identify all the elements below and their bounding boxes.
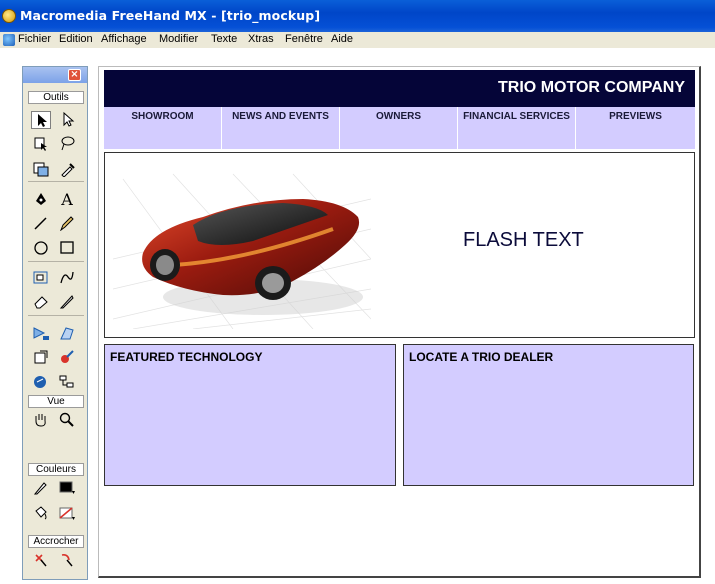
extrude-tool-icon[interactable]: [31, 349, 51, 367]
company-name: TRIO MOTOR COMPANY: [498, 79, 685, 96]
menu-affichage[interactable]: Affichage: [101, 33, 147, 45]
freehand-app-icon[interactable]: [2, 9, 16, 23]
document-icon[interactable]: [3, 34, 15, 46]
lasso-tool-icon[interactable]: [57, 135, 77, 153]
menu-modifier[interactable]: Modifier: [159, 33, 198, 45]
nav-news-and-events[interactable]: NEWS AND EVENTS: [222, 107, 340, 149]
snap-to-point-icon[interactable]: [31, 551, 51, 569]
graphic-hose-tool-icon[interactable]: [57, 349, 77, 367]
pointer-tool-icon[interactable]: [31, 111, 51, 129]
fill-swatch-none[interactable]: [57, 505, 77, 523]
tools-panel: × Outils A Vue Couleurs Accrocher: [22, 66, 88, 580]
window-title: Macromedia FreeHand MX - [trio_mockup]: [20, 8, 321, 23]
hero-panel: FLASH TEXT: [104, 152, 695, 338]
nav-previews[interactable]: PREVIEWS: [576, 107, 695, 149]
trace-tool-icon[interactable]: [31, 161, 51, 179]
connector-tool-icon[interactable]: [31, 373, 51, 391]
menu-edition[interactable]: Edition: [59, 33, 93, 45]
page-tool-icon[interactable]: [31, 135, 51, 153]
nav-owners[interactable]: OWNERS: [340, 107, 458, 149]
nav-showroom[interactable]: SHOWROOM: [104, 107, 222, 149]
menu-aide[interactable]: Aide: [331, 33, 353, 45]
section-colors-label: Couleurs: [28, 463, 84, 476]
section-tools-label: Outils: [28, 91, 84, 104]
close-icon[interactable]: ×: [68, 69, 81, 81]
tools-separator: [28, 181, 84, 182]
site-header: TRIO MOTOR COMPANY: [104, 70, 695, 107]
pen-tool-icon[interactable]: [31, 191, 51, 209]
text-tool-icon[interactable]: A: [57, 191, 77, 209]
stroke-color-icon[interactable]: [31, 479, 51, 497]
featured-technology-box: FEATURED TECHNOLOGY: [104, 344, 396, 486]
perspective-tool-icon[interactable]: [57, 325, 77, 343]
zoom-tool-icon[interactable]: [57, 411, 77, 429]
eraser-tool-icon[interactable]: [31, 293, 51, 311]
nav-financial-services[interactable]: FINANCIAL SERVICES: [458, 107, 576, 149]
blend-tool-icon[interactable]: [31, 325, 51, 343]
scale-tool-icon[interactable]: [31, 269, 51, 287]
title-bar: Macromedia FreeHand MX - [trio_mockup]: [0, 0, 715, 32]
car-image: [112, 169, 372, 330]
line-tool-icon[interactable]: [31, 215, 51, 233]
tools-separator: [28, 315, 84, 316]
fill-color-icon[interactable]: [31, 505, 51, 523]
menu-bar: Fichier Edition Affichage Modifier Texte…: [0, 32, 715, 48]
pencil-tool-icon[interactable]: [57, 215, 77, 233]
stroke-swatch[interactable]: [57, 479, 77, 497]
section-view-label: Vue: [28, 395, 84, 408]
eyedropper-tool-icon[interactable]: [57, 161, 77, 179]
hand-tool-icon[interactable]: [31, 411, 51, 429]
menu-texte[interactable]: Texte: [211, 33, 237, 45]
section-snap-label: Accrocher: [28, 535, 84, 548]
freeform-tool-icon[interactable]: [57, 269, 77, 287]
menu-fichier[interactable]: Fichier: [18, 33, 51, 45]
locate-dealer-title: LOCATE A TRIO DEALER: [409, 350, 554, 364]
knife-tool-icon[interactable]: [57, 293, 77, 311]
menu-fenetre[interactable]: Fenêtre: [285, 33, 323, 45]
rectangle-tool-icon[interactable]: [57, 239, 77, 257]
featured-technology-title: FEATURED TECHNOLOGY: [110, 350, 263, 364]
ellipse-tool-icon[interactable]: [31, 239, 51, 257]
flash-text-placeholder: FLASH TEXT: [463, 229, 584, 251]
menu-xtras[interactable]: Xtras: [248, 33, 274, 45]
chart-tool-icon[interactable]: [57, 373, 77, 391]
tools-separator: [28, 261, 84, 262]
locate-dealer-box: LOCATE A TRIO DEALER: [403, 344, 694, 486]
subselect-tool-icon[interactable]: [57, 111, 77, 129]
snap-to-object-icon[interactable]: [57, 551, 77, 569]
